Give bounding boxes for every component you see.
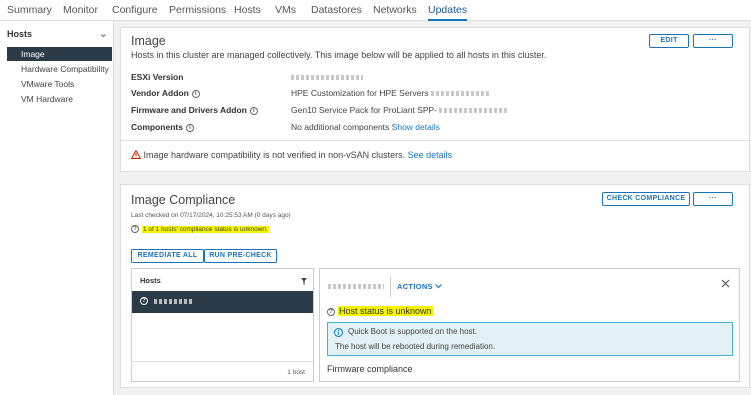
sidebar-heading[interactable]: Hosts ⌄ — [7, 27, 110, 43]
firmware-addon-label: Firmware and Drivers Addon i — [131, 105, 258, 115]
sidebar-item-vmware-tools[interactable]: VMware Tools — [7, 77, 112, 91]
top-tabs: Summary Monitor Configure Permissions Ho… — [0, 0, 751, 21]
check-compliance-button[interactable]: CHECK COMPLIANCE — [602, 192, 690, 206]
redacted-host-name — [328, 284, 384, 289]
info-icon[interactable]: i — [191, 89, 200, 98]
info-icon[interactable]: i — [185, 123, 194, 132]
tab-vms[interactable]: VMs — [275, 4, 296, 21]
tab-summary[interactable]: Summary — [7, 4, 52, 21]
tab-permissions[interactable]: Permissions — [169, 4, 226, 21]
reboot-notice-text: The host will be rebooted during remedia… — [335, 342, 496, 351]
redacted-value — [430, 91, 489, 97]
image-compliance-title: Image Compliance — [131, 193, 236, 207]
warning-icon — [130, 149, 142, 159]
edit-button[interactable]: EDIT — [649, 34, 689, 48]
actions-label: ACTIONS — [397, 282, 433, 291]
sidebar: Hosts ⌄ Image Hardware Compatibility VMw… — [0, 21, 114, 395]
host-status-text: Host status is unknown — [338, 306, 433, 316]
vendor-addon-value-text: HPE Customization for HPE Servers — [291, 88, 429, 98]
firmware-compliance-heading: Firmware compliance — [327, 364, 413, 374]
components-label: Components i — [131, 122, 194, 132]
components-value: No additional components Show details — [291, 122, 440, 132]
divider — [390, 277, 391, 297]
esxi-version-value — [291, 72, 363, 82]
sidebar-heading-label: Hosts — [7, 29, 33, 39]
more-actions-button[interactable]: ··· — [693, 34, 733, 48]
firmware-addon-value: Gen10 Service Pack for ProLiant SPP- — [291, 105, 508, 115]
sidebar-item-hardware-compatibility[interactable]: Hardware Compatibility — [7, 62, 112, 76]
redacted-value — [291, 75, 363, 81]
compliance-status-summary: ? 1 of 1 hosts' compliance status is unkn… — [131, 225, 269, 233]
show-details-link[interactable]: Show details — [392, 122, 440, 132]
firmware-addon-label-text: Firmware and Drivers Addon — [131, 105, 247, 115]
divider — [121, 140, 749, 141]
components-label-text: Components — [131, 122, 183, 132]
compliance-status-text: 1 of 1 hosts' compliance status is unkno… — [142, 225, 269, 233]
quick-boot-text: Quick Boot is supported on the host. — [348, 327, 477, 336]
image-card-title: Image — [131, 34, 166, 48]
chevron-down-icon[interactable]: ⌄ — [99, 27, 108, 40]
tab-updates[interactable]: Updates — [428, 4, 468, 21]
firmware-addon-value-text: Gen10 Service Pack for ProLiant SPP- — [291, 105, 437, 115]
host-list: Hosts ? 1 host — [131, 268, 314, 382]
question-icon: ? — [140, 297, 148, 305]
see-details-link[interactable]: See details — [408, 150, 453, 160]
tab-datastores[interactable]: Datastores — [311, 4, 362, 21]
remediate-all-button[interactable]: REMEDIATE ALL — [131, 249, 204, 263]
more-actions-button[interactable]: ··· — [693, 192, 733, 206]
redacted-host-name — [154, 299, 192, 304]
divider — [132, 361, 313, 362]
question-icon: ? — [131, 225, 139, 233]
sidebar-item-vm-hardware[interactable]: VM Hardware — [7, 92, 112, 106]
chevron-down-icon — [435, 284, 443, 289]
vendor-addon-value: HPE Customization for HPE Servers — [291, 88, 489, 98]
tab-networks[interactable]: Networks — [373, 4, 417, 21]
info-circle-icon — [334, 328, 343, 337]
sidebar-item-image[interactable]: Image — [7, 47, 112, 61]
image-description: Hosts in this cluster are managed collec… — [131, 50, 547, 60]
close-icon[interactable] — [721, 279, 730, 288]
esxi-version-label: ESXi Version — [131, 72, 184, 82]
info-icon[interactable]: i — [249, 106, 258, 115]
run-pre-check-button[interactable]: RUN PRE-CHECK — [204, 249, 277, 263]
image-card: Image Hosts in this cluster are managed … — [120, 27, 750, 172]
vendor-addon-label: Vendor Addon i — [131, 88, 200, 98]
tab-configure[interactable]: Configure — [112, 4, 158, 21]
hardware-compat-warning: Image hardware compatibility is not veri… — [130, 149, 453, 160]
warning-text: Image hardware compatibility is not veri… — [143, 150, 406, 160]
host-count: 1 host — [287, 369, 305, 376]
components-value-text: No additional components — [291, 122, 390, 132]
last-checked-text: Last checked on 07/17/2024, 10:25:53 AM … — [131, 212, 291, 219]
hosts-column-header[interactable]: Hosts — [140, 276, 161, 285]
actions-dropdown[interactable]: ACTIONS — [397, 282, 443, 291]
vendor-addon-label-text: Vendor Addon — [131, 88, 189, 98]
question-icon: ? — [327, 307, 335, 316]
filter-icon[interactable] — [301, 278, 307, 285]
redacted-value — [439, 108, 508, 114]
host-detail-panel: ACTIONS ? Host status is unknown Quick Bo… — [319, 268, 740, 382]
quick-boot-info-box: Quick Boot is supported on the host. The… — [327, 322, 733, 356]
host-status: ? Host status is unknown — [327, 306, 433, 316]
table-row[interactable]: ? — [132, 291, 313, 313]
tab-monitor[interactable]: Monitor — [63, 4, 98, 21]
tab-hosts[interactable]: Hosts — [234, 4, 261, 21]
